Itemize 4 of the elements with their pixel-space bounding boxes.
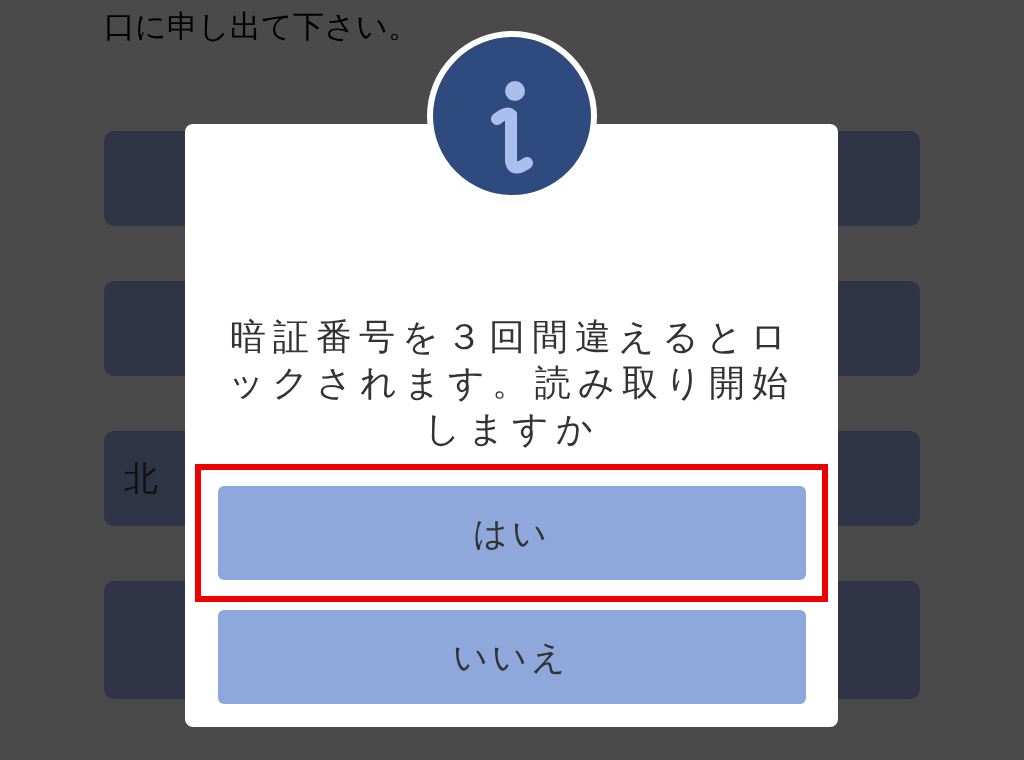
dialog-button[interactable]: はい bbox=[217, 486, 806, 580]
dialog-message: 暗証番号を３回間違えるとロックされます。読み取り開始しますか bbox=[227, 315, 796, 451]
dialog-button[interactable]: いいえ bbox=[217, 610, 806, 704]
notice-text: 口に申し出て下さい。 bbox=[104, 7, 420, 46]
